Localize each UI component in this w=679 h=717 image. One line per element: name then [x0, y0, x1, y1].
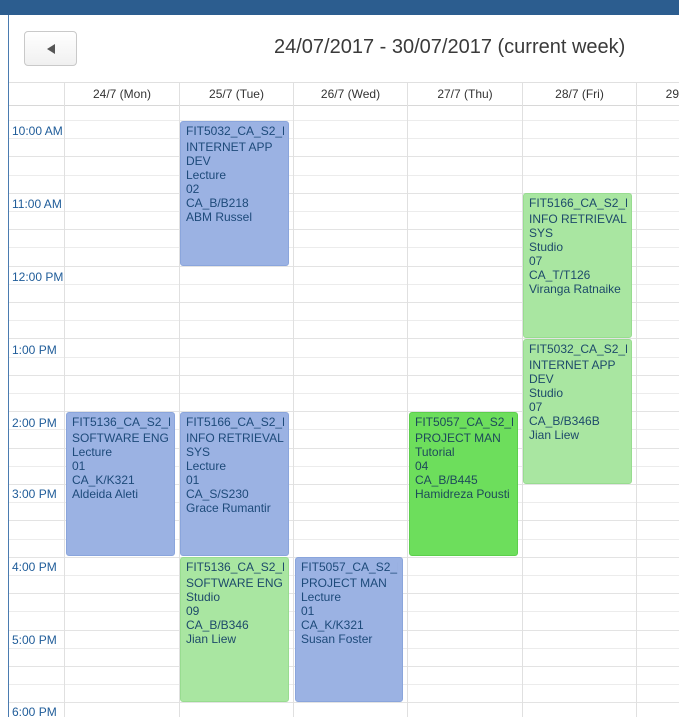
event-code: FIT5057_CA_S2_E [301, 560, 398, 574]
event-group: 09 [186, 604, 200, 618]
time-label: 11:00 AM [12, 197, 62, 211]
event-staff: Susan Foster [301, 632, 373, 646]
event-unit-cont: SYS [186, 445, 211, 459]
event-unit-cont: SYS [529, 226, 554, 240]
event-room: CA_K/K321 [72, 473, 135, 487]
event-type: Studio [186, 590, 221, 604]
event-fit5057-tutorial[interactable]: FIT5057_CA_S2_E PROJECT MAN Tutorial 04 … [409, 412, 518, 556]
time-label: 10:00 AM [12, 124, 63, 138]
time-label: 4:00 PM [12, 560, 57, 574]
event-staff: Aldeida Aleti [72, 487, 139, 501]
event-fit5032-studio[interactable]: FIT5032_CA_S2_D INTERNET APP DEV Studio … [523, 339, 632, 484]
grid-line [9, 175, 679, 176]
grid-line [9, 702, 679, 703]
time-label: 5:00 PM [12, 633, 57, 647]
event-unit: PROJECT MAN [415, 431, 501, 445]
event-staff: Jian Liew [529, 428, 580, 442]
event-type: Lecture [72, 445, 113, 459]
time-label: 12:00 PM [12, 270, 64, 284]
event-group: 01 [301, 604, 315, 618]
event-staff: Jian Liew [186, 632, 237, 646]
previous-week-button[interactable] [24, 31, 77, 66]
day-header-thu: 27/7 (Thu) [407, 83, 522, 106]
day-header-wed: 26/7 (Wed) [293, 83, 407, 106]
event-unit: SOFTWARE ENG [186, 576, 283, 590]
day-header-sat: 29 [636, 83, 679, 106]
event-fit5166-studio[interactable]: FIT5166_CA_S2_D INFO RETRIEVAL SYS Studi… [523, 193, 632, 338]
event-fit5136-lecture[interactable]: FIT5136_CA_S2_D SOFTWARE ENG Lecture 01 … [66, 412, 175, 556]
event-staff: Hamidreza Pousti [415, 487, 510, 501]
event-code: FIT5166_CA_S2_D [529, 196, 627, 210]
day-header-fri: 28/7 (Fri) [522, 83, 636, 106]
event-group: 02 [186, 182, 200, 196]
event-unit: INFO RETRIEVAL [529, 212, 627, 226]
event-group: 04 [415, 459, 429, 473]
column-line [636, 106, 637, 717]
event-unit: INTERNET APP [529, 358, 616, 372]
event-room: CA_B/B445 [415, 473, 478, 487]
event-staff: Viranga Ratnaike [529, 282, 621, 296]
event-type: Studio [529, 240, 564, 254]
event-group: 01 [186, 473, 200, 487]
event-room: CA_B/B218 [186, 196, 249, 210]
event-code: FIT5136_CA_S2_D [186, 560, 284, 574]
grid-line [9, 138, 679, 139]
time-label: 6:00 PM [12, 705, 57, 717]
event-room: CA_S/S230 [186, 487, 249, 501]
event-type: Lecture [186, 459, 227, 473]
day-header-tue: 25/7 (Tue) [179, 83, 293, 106]
event-room: CA_K/K321 [301, 618, 364, 632]
event-type: Lecture [186, 168, 227, 182]
event-room: CA_B/B346 [186, 618, 249, 632]
day-header-row: 24/7 (Mon) 25/7 (Tue) 26/7 (Wed) 27/7 (T… [9, 82, 679, 106]
event-code: FIT5032_CA_S2_D [186, 124, 284, 138]
time-label: 1:00 PM [12, 343, 57, 357]
event-code: FIT5136_CA_S2_D [72, 415, 170, 429]
event-unit-cont: DEV [529, 372, 554, 386]
event-code: FIT5057_CA_S2_E [415, 415, 513, 429]
event-code: FIT5032_CA_S2_D [529, 342, 627, 356]
event-fit5136-studio[interactable]: FIT5136_CA_S2_D SOFTWARE ENG Studio 09 C… [180, 557, 289, 702]
event-unit: INFO RETRIEVAL [186, 431, 284, 445]
event-staff: Grace Rumantir [186, 501, 271, 515]
event-code: FIT5166_CA_S2_D [186, 415, 284, 429]
event-fit5057-lecture[interactable]: FIT5057_CA_S2_E PROJECT MAN Lecture 01 C… [295, 557, 403, 702]
event-group: 07 [529, 400, 543, 414]
chevron-left-icon [46, 43, 55, 54]
column-line [64, 106, 65, 717]
event-unit-cont: DEV [186, 154, 211, 168]
event-staff: ABM Russel [186, 210, 253, 224]
event-room: CA_B/B346B [529, 414, 600, 428]
event-type: Tutorial [415, 445, 455, 459]
event-room: CA_T/T126 [529, 268, 591, 282]
day-header-mon: 24/7 (Mon) [64, 83, 179, 106]
event-group: 01 [72, 459, 86, 473]
time-label: 3:00 PM [12, 487, 57, 501]
event-unit: SOFTWARE ENG [72, 431, 169, 445]
event-type: Lecture [301, 590, 342, 604]
week-title: 24/07/2017 - 30/07/2017 (current week) [274, 36, 626, 58]
column-line [407, 106, 408, 717]
grid-line [9, 156, 679, 157]
event-fit5166-lecture[interactable]: FIT5166_CA_S2_D INFO RETRIEVAL SYS Lectu… [180, 412, 289, 556]
event-fit5032-lecture[interactable]: FIT5032_CA_S2_D INTERNET APP DEV Lecture… [180, 121, 289, 266]
time-label: 2:00 PM [12, 416, 57, 430]
event-unit: PROJECT MAN [301, 576, 387, 590]
calendar-grid: 10:00 AM 11:00 AM 12:00 PM 1:00 PM 2:00 … [9, 106, 679, 717]
grid-line [9, 120, 679, 121]
event-group: 07 [529, 254, 543, 268]
column-line [293, 106, 294, 717]
event-type: Studio [529, 386, 564, 400]
event-unit: INTERNET APP [186, 140, 273, 154]
top-header-bar [0, 0, 679, 15]
